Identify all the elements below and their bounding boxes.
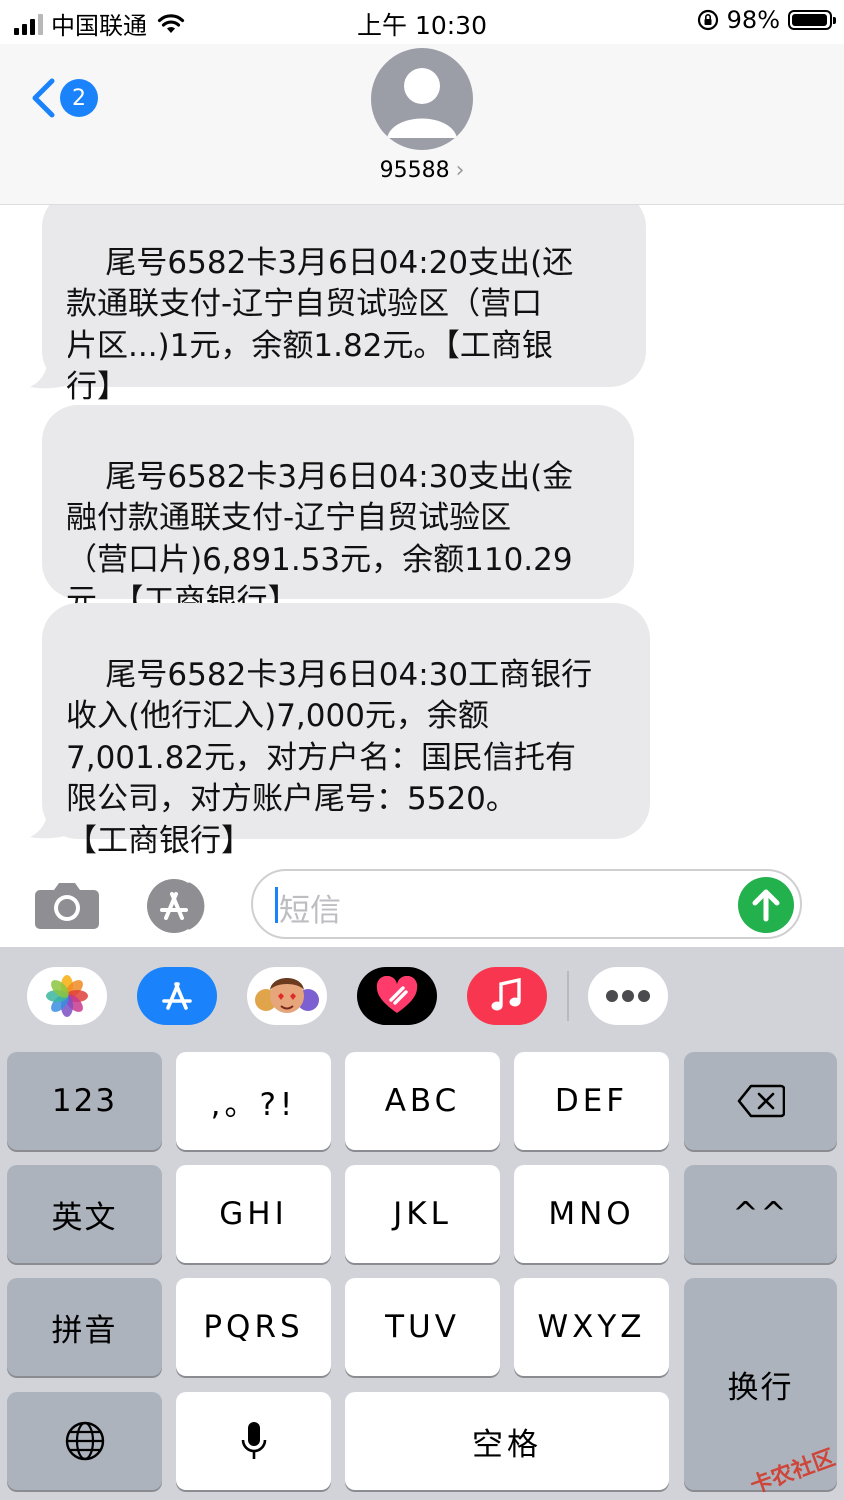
app-tray <box>0 947 844 1047</box>
message-text: 尾号6582卡3月6日04:20支出(还 款通联支付-辽宁自贸试验区（营口 片区… <box>66 244 574 406</box>
backspace-icon <box>737 1084 785 1118</box>
dictation-key[interactable] <box>176 1392 331 1490</box>
key-123[interactable]: 123 <box>7 1052 162 1150</box>
message-bubble[interactable]: 尾号6582卡3月6日04:20支出(还 款通联支付-辽宁自贸试验区（营口 片区… <box>42 205 646 405</box>
key-mno[interactable]: MNO <box>514 1165 669 1263</box>
contact-name-button[interactable]: 95588 › <box>0 158 844 183</box>
music-icon <box>491 977 521 1011</box>
digital-touch-icon <box>376 976 418 1013</box>
status-right: 98% <box>697 6 836 34</box>
more-icon <box>606 990 650 1002</box>
key-pqrs[interactable]: PQRS <box>176 1278 331 1376</box>
orientation-lock-icon <box>697 9 718 31</box>
key-abc[interactable]: ABC <box>345 1052 500 1150</box>
bubble-tail <box>30 805 68 839</box>
app-store-button[interactable] <box>144 878 216 938</box>
app-store-icon <box>147 879 205 933</box>
tray-divider <box>567 971 569 1021</box>
key-english[interactable]: 英文 <box>7 1165 162 1263</box>
back-button[interactable]: 2 <box>30 78 98 118</box>
key-jkl[interactable]: JKL <box>345 1165 500 1263</box>
key-def[interactable]: DEF <box>514 1052 669 1150</box>
key-wxyz[interactable]: WXYZ <box>514 1278 669 1376</box>
message-list[interactable]: 尾号6582卡3月6日04:20支出(还 款通联支付-辽宁自贸试验区（营口 片区… <box>0 205 844 855</box>
battery-icon <box>788 10 836 30</box>
camera-button[interactable] <box>34 880 100 934</box>
message-input[interactable]: 短信 <box>251 869 802 939</box>
status-bar: 中国联通 上午 10:30 98% <box>0 0 844 44</box>
microphone-icon <box>241 1422 266 1459</box>
key-emoticon[interactable]: ^^ <box>684 1165 837 1263</box>
bubble-tail <box>30 355 68 389</box>
photos-app-button[interactable] <box>27 967 107 1025</box>
more-apps-button[interactable] <box>588 967 668 1025</box>
backspace-key[interactable] <box>684 1052 837 1150</box>
space-key[interactable]: 空格 <box>345 1392 669 1490</box>
contact-name: 95588 <box>379 158 450 183</box>
input-placeholder: 短信 <box>279 893 341 929</box>
text-caret <box>275 887 278 923</box>
unread-badge: 2 <box>60 79 98 117</box>
key-pinyin[interactable]: 拼音 <box>7 1278 162 1376</box>
memoji-app-button[interactable] <box>247 967 327 1025</box>
key-tuv[interactable]: TUV <box>345 1278 500 1376</box>
battery-percent: 98% <box>726 6 780 34</box>
key-punctuation[interactable]: ,。?! <box>176 1052 331 1150</box>
message-bubble[interactable]: 尾号6582卡3月6日04:30支出(金 融付款通联支付-辽宁自贸试验区 （营口… <box>42 405 634 619</box>
keyboard: 123 ,。?! ABC DEF 英文 GHI JKL MNO ^^ 拼音 PQ… <box>0 947 844 1500</box>
globe-icon <box>65 1421 104 1461</box>
send-button[interactable] <box>738 877 794 933</box>
key-ghi[interactable]: GHI <box>176 1165 331 1263</box>
contact-avatar[interactable] <box>371 48 473 150</box>
message-bubble[interactable]: 尾号6582卡3月6日04:30工商银行 收入(他行汇入)7,000元，余额 7… <box>42 603 650 855</box>
music-app-button[interactable] <box>467 967 547 1025</box>
chevron-right-icon: › <box>455 158 465 183</box>
chevron-left-icon <box>32 78 55 118</box>
person-icon <box>387 68 457 138</box>
message-text: 尾号6582卡3月6日04:30支出(金 融付款通联支付-辽宁自贸试验区 （营口… <box>66 458 574 620</box>
app-store-icon <box>162 982 192 1010</box>
digital-touch-app-button[interactable] <box>357 967 437 1025</box>
photos-icon <box>46 975 88 1017</box>
conversation-header: 2 95588 › <box>0 44 844 205</box>
memoji-icon <box>255 978 319 1013</box>
app-store-app-button[interactable] <box>137 967 217 1025</box>
message-text: 尾号6582卡3月6日04:30工商银行 收入(他行汇入)7,000元，余额 7… <box>66 656 593 856</box>
globe-key[interactable] <box>7 1392 162 1490</box>
camera-icon <box>35 883 99 929</box>
arrow-up-icon <box>752 889 780 922</box>
